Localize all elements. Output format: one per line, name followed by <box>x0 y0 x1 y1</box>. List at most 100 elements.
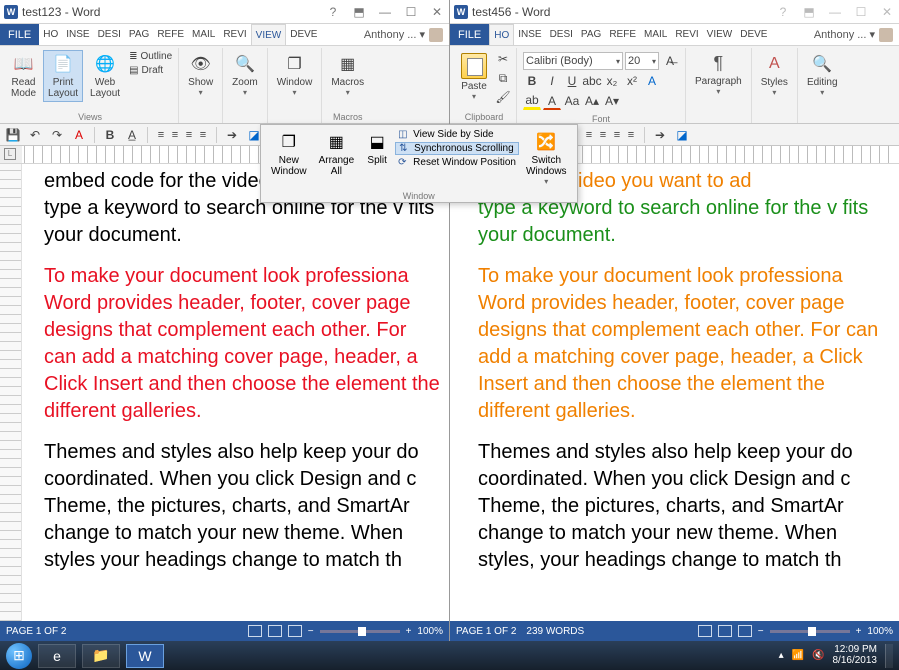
tab-insert[interactable]: INSE <box>62 24 93 45</box>
cut-icon[interactable]: ✂ <box>494 50 512 68</box>
italic-icon[interactable]: I <box>543 72 561 90</box>
split-button[interactable]: ⬓Split <box>361 128 393 169</box>
tab-design[interactable]: DESI <box>94 24 125 45</box>
synchronous-scrolling-button[interactable]: ⇅Synchronous Scrolling <box>395 142 519 155</box>
grow-font-icon[interactable]: A▴ <box>583 92 601 110</box>
zoom-slider[interactable] <box>320 630 400 633</box>
web-layout-button[interactable]: 🌐WebLayout <box>85 50 125 102</box>
maximize-button[interactable]: ☐ <box>853 5 869 19</box>
page-number-status[interactable]: PAGE 1 OF 2 <box>456 626 516 637</box>
tab-mailings[interactable]: MAIL <box>188 24 219 45</box>
account-name[interactable]: Anthony ... ▾ <box>358 24 449 45</box>
tab-page-layout[interactable]: PAG <box>125 24 153 45</box>
tab-references[interactable]: REFE <box>153 24 188 45</box>
bold-icon[interactable]: B <box>523 72 541 90</box>
zoom-level[interactable]: 100% <box>867 626 893 637</box>
shrink-font-icon[interactable]: A▾ <box>603 92 621 110</box>
paste-button[interactable]: Paste▾ <box>456 50 492 104</box>
help-icon[interactable]: ? <box>775 5 791 19</box>
editing-button[interactable]: 🔍Editing▾ <box>802 50 843 100</box>
align-buttons[interactable]: ≡≡≡≡ <box>582 129 638 141</box>
arrow-icon[interactable]: ➔ <box>651 126 669 144</box>
fill-icon[interactable]: ◪ <box>673 126 691 144</box>
tab-developer[interactable]: DEVE <box>736 24 771 45</box>
document-body-left[interactable]: embed code for the video you want to ad … <box>0 164 449 574</box>
align-buttons[interactable]: ≡≡≡≡ <box>154 129 210 141</box>
print-layout-button[interactable]: 📄PrintLayout <box>43 50 83 102</box>
zoom-level[interactable]: 100% <box>417 626 443 637</box>
arrow-icon[interactable]: ➔ <box>223 126 241 144</box>
word-count-status[interactable]: 239 WORDS <box>526 626 584 637</box>
font-name-select[interactable]: Calibri (Body)▾ <box>523 52 623 70</box>
copy-icon[interactable]: ⧉ <box>494 69 512 87</box>
document-area-right[interactable]: de for the video you want to adtype a ke… <box>450 164 899 621</box>
print-view-icon[interactable] <box>268 625 282 637</box>
show-button[interactable]: 👁Show▾ <box>183 50 218 100</box>
close-button[interactable]: ✕ <box>429 5 445 19</box>
paragraph[interactable]: To make your document look professiona W… <box>478 263 891 425</box>
zoom-slider[interactable] <box>770 630 850 633</box>
clock[interactable]: 12:09 PM 8/16/2013 <box>833 645 878 666</box>
zoom-out-button[interactable]: − <box>758 626 764 637</box>
window-button[interactable]: ❐Window▾ <box>272 50 318 100</box>
reset-window-position-button[interactable]: ⟳Reset Window Position <box>395 156 519 169</box>
font-color-icon[interactable]: A <box>543 92 561 110</box>
format-painter-icon[interactable]: 🖌 <box>494 88 512 106</box>
new-window-button[interactable]: ❐NewWindow <box>266 128 312 180</box>
read-mode-button[interactable]: 📖ReadMode <box>6 50 41 102</box>
paragraph-button[interactable]: ¶Paragraph▾ <box>690 50 747 99</box>
tab-file[interactable]: FILE <box>0 24 39 45</box>
tab-home[interactable]: HO <box>39 24 62 45</box>
bold-icon[interactable]: B <box>101 126 119 144</box>
text-effects-icon[interactable]: A <box>643 72 661 90</box>
font-size-select[interactable]: 20▾ <box>625 52 659 70</box>
subscript-icon[interactable]: x₂ <box>603 72 621 90</box>
help-icon[interactable]: ? <box>325 5 341 19</box>
web-view-icon[interactable] <box>288 625 302 637</box>
network-icon[interactable]: 📶 <box>792 650 804 661</box>
zoom-out-button[interactable]: − <box>308 626 314 637</box>
tab-page-layout[interactable]: PAG <box>577 24 605 45</box>
clear-formatting-icon[interactable]: A̶ <box>661 52 679 70</box>
redo-icon[interactable]: ↷ <box>48 126 66 144</box>
zoom-in-button[interactable]: + <box>406 626 412 637</box>
draft-button[interactable]: ▤Draft <box>127 64 174 77</box>
underline-icon[interactable]: U <box>563 72 581 90</box>
outline-button[interactable]: ≣Outline <box>127 50 174 63</box>
close-button[interactable]: ✕ <box>879 5 895 19</box>
tab-review[interactable]: REVI <box>219 24 250 45</box>
zoom-in-button[interactable]: + <box>856 626 862 637</box>
paragraph[interactable]: Themes and styles also help keep your do… <box>478 439 891 574</box>
tab-review[interactable]: REVI <box>671 24 702 45</box>
minimize-button[interactable]: — <box>377 5 393 19</box>
save-icon[interactable]: 💾 <box>4 126 22 144</box>
strikethrough-icon[interactable]: abc <box>583 72 601 90</box>
ribbon-options-icon[interactable]: ⬒ <box>351 5 367 19</box>
taskbar-ie-icon[interactable]: e <box>38 644 76 668</box>
tab-selector[interactable]: L <box>4 148 16 160</box>
superscript-icon[interactable]: x² <box>623 72 641 90</box>
highlight-color-icon[interactable]: ab <box>523 92 541 110</box>
tab-references[interactable]: REFE <box>605 24 640 45</box>
document-body-right[interactable]: de for the video you want to adtype a ke… <box>450 164 899 574</box>
tab-view[interactable]: VIEW <box>703 24 737 45</box>
change-case-icon[interactable]: Aa <box>563 92 581 110</box>
read-view-icon[interactable] <box>248 625 262 637</box>
view-side-by-side-button[interactable]: ◫View Side by Side <box>395 128 519 141</box>
switch-windows-button[interactable]: 🔀SwitchWindows▾ <box>521 128 572 189</box>
arrange-all-button[interactable]: ▦ArrangeAll <box>314 128 360 180</box>
highlight-icon[interactable]: A̲ <box>123 126 141 144</box>
volume-icon[interactable]: 🔇 <box>812 650 824 661</box>
tab-mailings[interactable]: MAIL <box>640 24 671 45</box>
styles-button[interactable]: AStyles▾ <box>756 50 793 100</box>
account-name[interactable]: Anthony ... ▾ <box>808 24 899 45</box>
macros-button[interactable]: ▦Macros▾ <box>326 50 369 100</box>
start-button[interactable]: ⊞ <box>6 643 32 669</box>
ruler-vertical-left[interactable] <box>0 164 22 621</box>
ribbon-options-icon[interactable]: ⬒ <box>801 5 817 19</box>
tab-developer[interactable]: DEVE <box>286 24 321 45</box>
undo-icon[interactable]: ↶ <box>26 126 44 144</box>
taskbar-explorer-icon[interactable]: 📁 <box>82 644 120 668</box>
tray-expand-icon[interactable]: ▴ <box>779 650 784 661</box>
web-view-icon[interactable] <box>738 625 752 637</box>
